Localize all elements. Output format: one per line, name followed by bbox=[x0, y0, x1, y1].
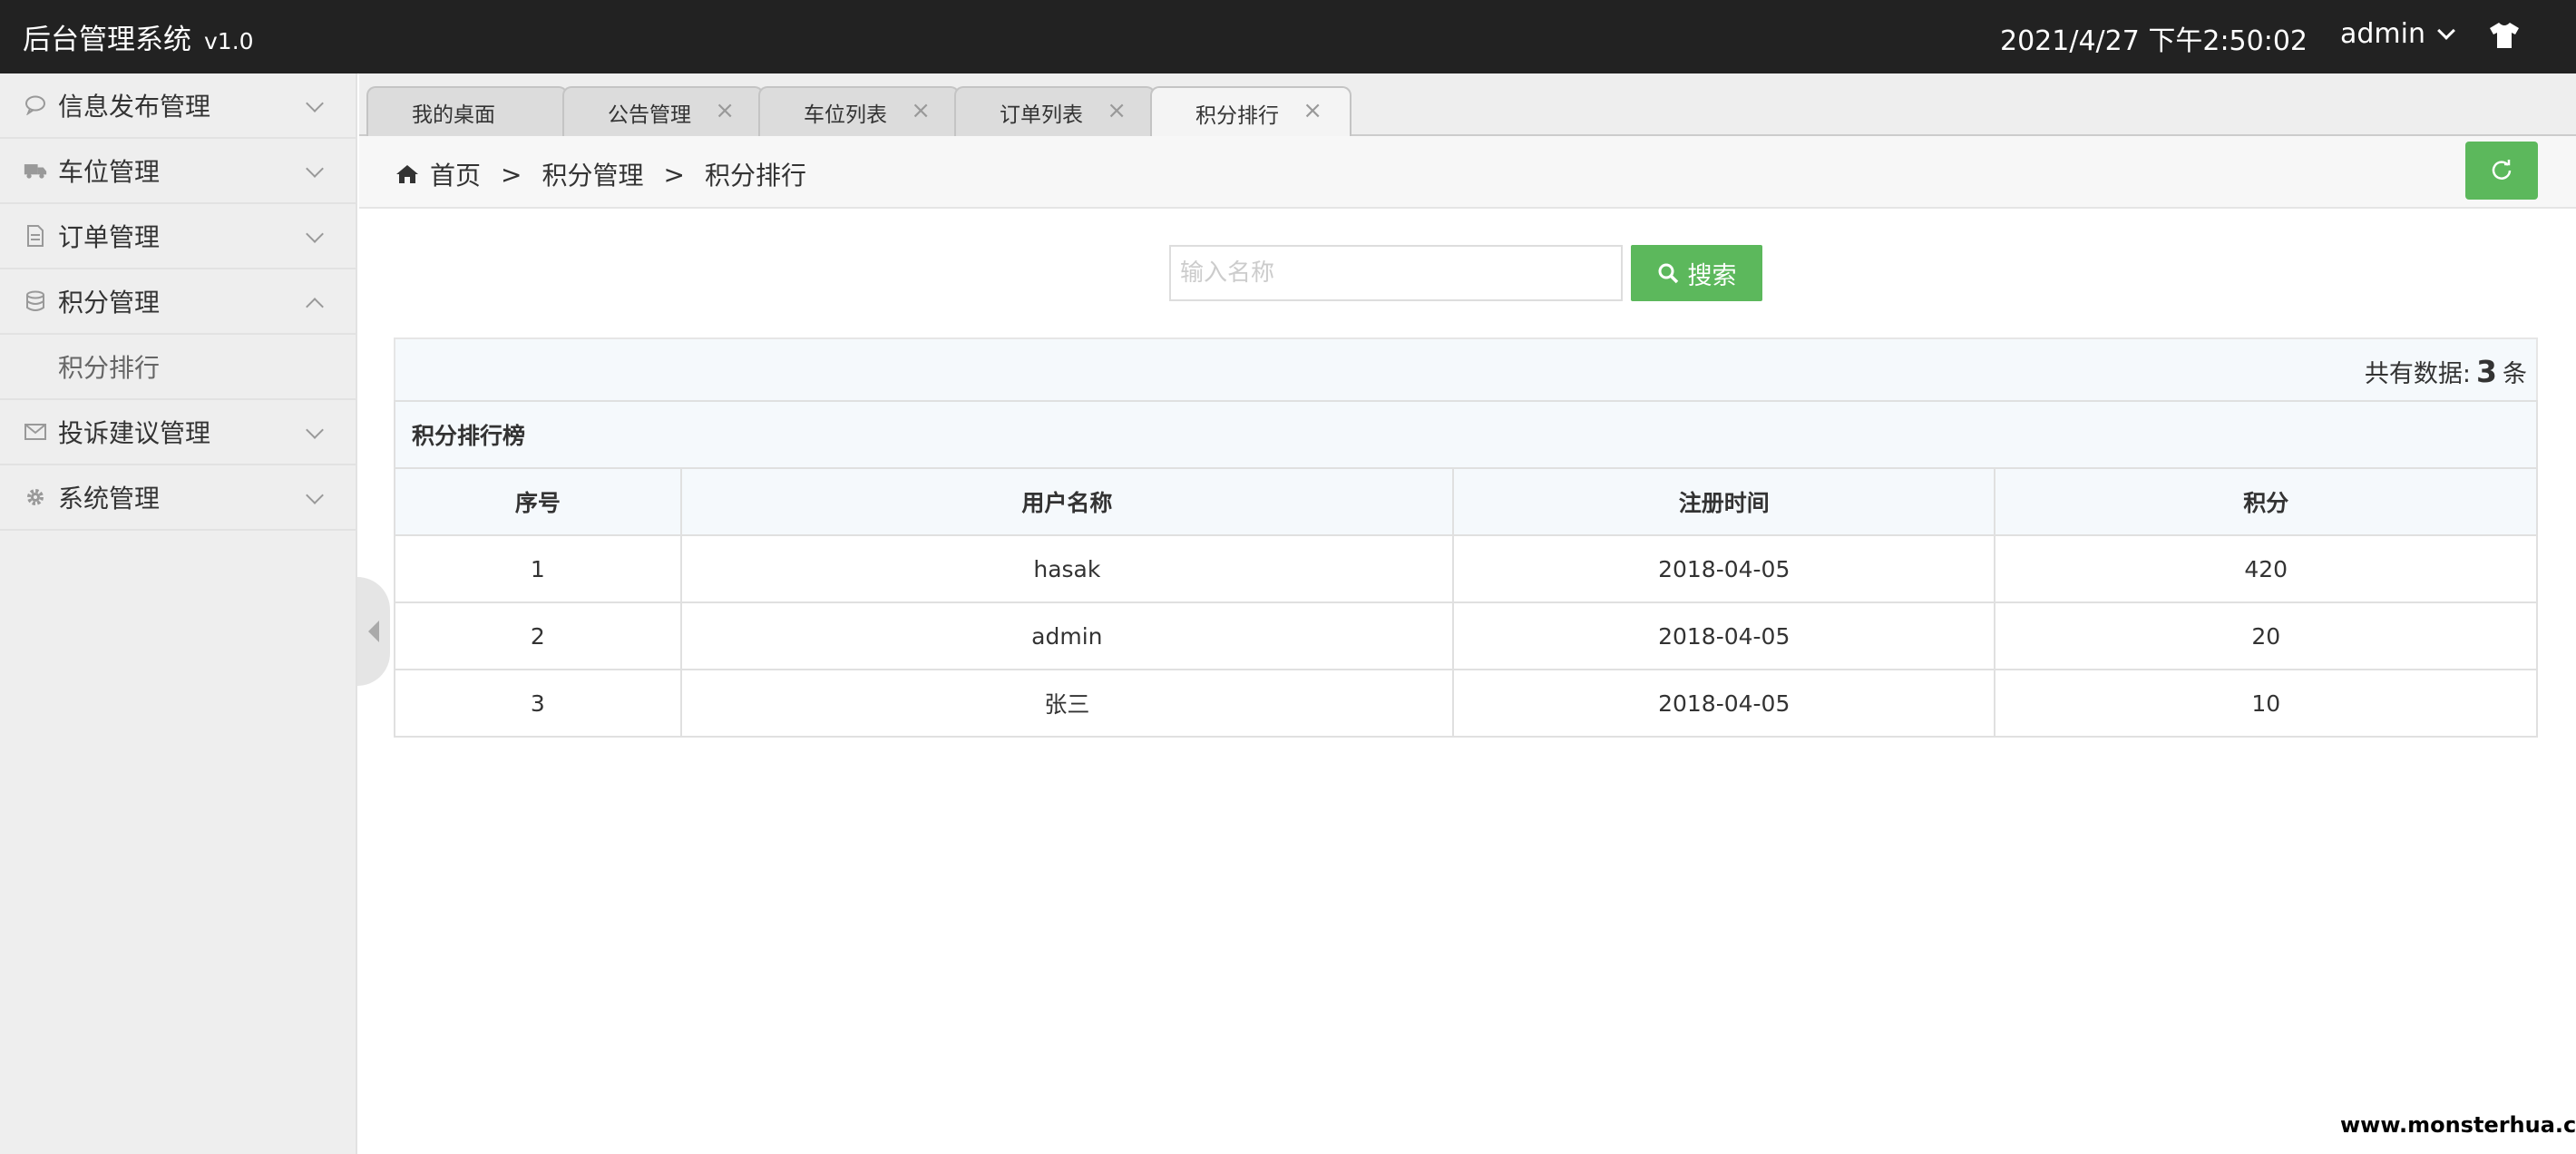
table-caption: 积分排行榜 bbox=[394, 400, 2538, 469]
chevron-down-icon bbox=[306, 225, 324, 243]
refresh-icon bbox=[2492, 160, 2512, 180]
database-icon bbox=[24, 289, 47, 313]
watermark-text: www.monsterhua.com bbox=[2340, 1112, 2576, 1138]
breadcrumb-section[interactable]: 积分管理 bbox=[542, 156, 643, 192]
caret-left-icon bbox=[368, 621, 379, 642]
username: admin bbox=[2340, 18, 2425, 50]
sidebar-item-label: 积分管理 bbox=[58, 288, 161, 318]
table-cell: 2018-04-05 bbox=[1451, 534, 1996, 603]
table-cell: 20 bbox=[1994, 601, 2538, 670]
close-icon[interactable]: × bbox=[1303, 97, 1322, 124]
close-icon[interactable]: × bbox=[715, 97, 735, 124]
chevron-down-icon bbox=[306, 486, 324, 504]
table-cell: 3 bbox=[394, 669, 682, 738]
sidebar-item-label: 投诉建议管理 bbox=[58, 418, 211, 448]
tab-bar: 我的桌面 公告管理 × 车位列表 × 订单列表 × 积分排行 × bbox=[359, 73, 2576, 139]
table-cell: 2018-04-05 bbox=[1451, 601, 1996, 670]
breadcrumb: 首页 > 积分管理 > 积分排行 bbox=[395, 156, 806, 192]
chevron-up-icon bbox=[306, 298, 324, 316]
envelope-icon bbox=[24, 420, 47, 444]
breadcrumb-separator: > bbox=[501, 159, 522, 190]
sidebar-item-complaints[interactable]: 投诉建议管理 bbox=[0, 400, 356, 465]
tab-label: 积分排行 bbox=[1195, 104, 1279, 128]
table-cell: 张三 bbox=[679, 669, 1454, 738]
sidebar-subitem-label: 积分排行 bbox=[58, 353, 161, 383]
record-count-bar: 共有数据: 3 条 bbox=[394, 337, 2538, 401]
tab-label: 订单列表 bbox=[1000, 103, 1083, 127]
table-row: 1 hasak 2018-04-05 420 bbox=[394, 534, 2538, 603]
sidebar-item-info-publish[interactable]: 信息发布管理 bbox=[0, 73, 356, 139]
table-cell: 1 bbox=[394, 534, 682, 603]
truck-icon bbox=[24, 159, 47, 182]
home-icon bbox=[396, 165, 418, 183]
table-cell: 2 bbox=[394, 601, 682, 670]
table-caption-row: 积分排行榜 bbox=[394, 400, 2538, 469]
comment-icon bbox=[24, 93, 47, 117]
tab-my-desktop[interactable]: 我的桌面 bbox=[366, 86, 568, 137]
refresh-button[interactable] bbox=[2465, 142, 2538, 200]
tab-order-list[interactable]: 订单列表 × bbox=[954, 86, 1156, 137]
top-header: 后台管理系统 v1.0 2021/4/27 下午2:50:02 admin bbox=[0, 0, 2576, 73]
table-cell: hasak bbox=[679, 534, 1454, 603]
chevron-down-icon bbox=[306, 160, 324, 178]
record-count-prefix: 共有数据: bbox=[2364, 360, 2472, 388]
chevron-down-icon bbox=[306, 94, 324, 112]
record-count-suffix: 条 bbox=[2503, 360, 2527, 388]
record-count: 共有数据: 3 条 bbox=[2365, 354, 2527, 389]
tshirt-icon[interactable] bbox=[2489, 22, 2520, 49]
search-icon bbox=[1658, 263, 1678, 284]
sidebar-subitem-points-ranking[interactable]: 积分排行 bbox=[0, 335, 356, 400]
file-icon bbox=[24, 224, 47, 248]
sidebar-item-label: 信息发布管理 bbox=[58, 92, 211, 122]
tab-parking-list[interactable]: 车位列表 × bbox=[758, 86, 960, 137]
user-menu[interactable]: admin bbox=[2340, 18, 2455, 50]
tab-announcements[interactable]: 公告管理 × bbox=[562, 86, 764, 137]
sidebar-item-orders[interactable]: 订单管理 bbox=[0, 204, 356, 269]
sidebar-item-parking[interactable]: 车位管理 bbox=[0, 139, 356, 204]
sidebar-item-points[interactable]: 积分管理 bbox=[0, 269, 356, 335]
current-datetime: 2021/4/27 下午2:50:02 bbox=[2000, 25, 2308, 57]
table-header-row: 序号 用户名称 注册时间 积分 bbox=[394, 467, 2538, 536]
table-cell: 420 bbox=[1994, 534, 2538, 603]
gear-icon bbox=[24, 485, 47, 509]
table-cell: 10 bbox=[1994, 669, 2538, 738]
table-row: 3 张三 2018-04-05 10 bbox=[394, 669, 2538, 738]
search-button-label: 搜索 bbox=[1687, 261, 1737, 290]
breadcrumb-separator: > bbox=[663, 159, 685, 190]
sidebar-collapse-toggle[interactable] bbox=[357, 577, 390, 686]
column-header: 积分 bbox=[1994, 467, 2538, 536]
breadcrumb-home[interactable]: 首页 bbox=[430, 156, 481, 192]
sidebar: 信息发布管理 车位管理 订单管理 积分管理 积分排行 投诉建议管理 系统管理 bbox=[0, 73, 357, 1154]
column-header: 注册时间 bbox=[1451, 467, 1996, 536]
column-header: 用户名称 bbox=[679, 467, 1454, 536]
chevron-down-icon bbox=[306, 421, 324, 439]
table-cell: 2018-04-05 bbox=[1451, 669, 1996, 738]
chevron-down-icon bbox=[2437, 21, 2455, 40]
close-icon[interactable]: × bbox=[1107, 97, 1127, 124]
close-icon[interactable]: × bbox=[911, 97, 931, 124]
tab-label: 我的桌面 bbox=[412, 103, 495, 127]
table-row: 2 admin 2018-04-05 20 bbox=[394, 601, 2538, 670]
sidebar-item-label: 系统管理 bbox=[58, 484, 161, 513]
column-header: 序号 bbox=[394, 467, 682, 536]
search-button[interactable]: 搜索 bbox=[1631, 245, 1762, 301]
breadcrumb-bar: 首页 > 积分管理 > 积分排行 bbox=[359, 136, 2576, 209]
sidebar-item-system[interactable]: 系统管理 bbox=[0, 465, 356, 531]
ranking-table: 积分排行榜 序号 用户名称 注册时间 积分 1 hasak 2018-04-05… bbox=[394, 400, 2538, 738]
table-cell: admin bbox=[679, 601, 1454, 670]
sidebar-item-label: 订单管理 bbox=[58, 222, 161, 252]
record-count-number: 3 bbox=[2476, 354, 2497, 389]
sidebar-item-label: 车位管理 bbox=[58, 157, 161, 187]
tab-label: 车位列表 bbox=[804, 103, 887, 127]
app-version: v1.0 bbox=[204, 28, 254, 54]
search-input[interactable] bbox=[1169, 245, 1623, 301]
app-brand[interactable]: 后台管理系统 v1.0 bbox=[23, 16, 254, 57]
breadcrumb-current: 积分排行 bbox=[704, 161, 806, 191]
app-title: 后台管理系统 bbox=[23, 24, 191, 56]
tab-label: 公告管理 bbox=[608, 103, 691, 127]
tab-points-ranking[interactable]: 积分排行 × bbox=[1150, 86, 1351, 139]
